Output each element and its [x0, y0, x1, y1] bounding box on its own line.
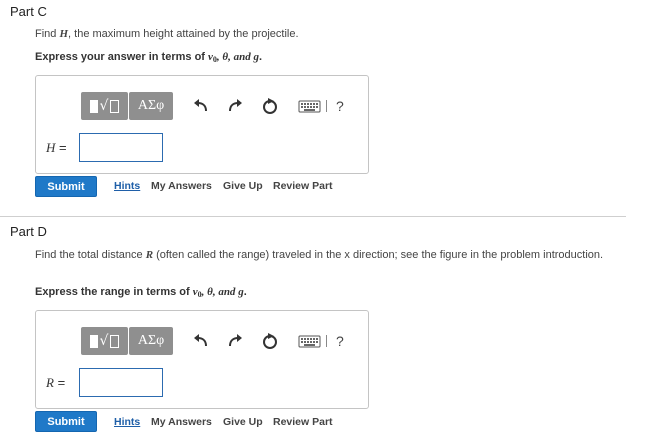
give-up-link[interactable]: Give Up [223, 180, 263, 192]
prompt-text: Find the total distance [35, 249, 146, 261]
square-icon [89, 99, 98, 113]
variable-name: R [46, 375, 54, 390]
part-c-title: Part C [10, 4, 47, 19]
prompt-text: Find [35, 28, 60, 40]
submit-button[interactable]: Submit [35, 176, 97, 197]
instruction-end: . [243, 286, 247, 298]
toolbar-divider [326, 100, 327, 112]
answer-variable-label: H = [46, 140, 67, 156]
instruction-end: . [258, 51, 263, 63]
submit-button[interactable]: Submit [35, 411, 97, 432]
instruction-v0: v0 [193, 286, 202, 299]
part-d-answer-box: √ ΑΣφ ? R = [35, 310, 369, 409]
undo-icon[interactable] [192, 96, 210, 116]
hints-link[interactable]: Hints [114, 416, 140, 428]
templates-button[interactable]: √ [81, 92, 128, 120]
templates-button[interactable]: √ [81, 327, 128, 355]
keyboard-icon[interactable] [298, 96, 322, 116]
undo-icon[interactable] [192, 331, 210, 351]
instruction-text: Express the range in terms of [35, 286, 193, 298]
redo-icon[interactable] [226, 331, 244, 351]
part-d-instruction: Express the range in terms of v0, θ, and… [35, 286, 247, 299]
help-button[interactable]: ? [336, 98, 344, 114]
instruction-theta: , θ, and [201, 286, 239, 298]
equals-sign: = [53, 375, 66, 390]
part-c-prompt: Find H, the maximum height attained by t… [35, 28, 620, 42]
prompt-variable: R [145, 249, 154, 261]
part-d-prompt: Find the total distance R (often called … [35, 249, 620, 263]
answer-variable-label: R = [46, 375, 65, 391]
keyboard-icon[interactable] [298, 331, 322, 351]
square-outline-icon [110, 334, 120, 348]
variable-name: H [46, 140, 56, 155]
reset-icon[interactable] [261, 331, 279, 351]
reset-icon[interactable] [261, 96, 279, 116]
radical-icon: √ [99, 98, 109, 114]
toolbar-divider [326, 335, 327, 347]
review-part-link[interactable]: Review Part [273, 180, 333, 192]
instruction-text: Express your answer in terms of [35, 51, 209, 63]
radical-icon: √ [99, 333, 109, 349]
square-outline-icon [110, 99, 120, 113]
hints-link[interactable]: Hints [114, 180, 140, 192]
part-d-title: Part D [10, 224, 47, 239]
review-part-link[interactable]: Review Part [273, 416, 333, 428]
my-answers-link[interactable]: My Answers [151, 416, 212, 428]
square-icon [89, 334, 98, 348]
part-c-answer-box: √ ΑΣφ ? H = [35, 75, 369, 174]
redo-icon[interactable] [226, 96, 244, 116]
my-answers-link[interactable]: My Answers [151, 180, 212, 192]
answer-input[interactable] [79, 133, 163, 162]
prompt-text-end: (often called the range) traveled in the… [153, 249, 604, 261]
instruction-v0: v0 [208, 51, 217, 64]
prompt-variable: H [59, 28, 69, 40]
greek-symbols-button[interactable]: ΑΣφ [129, 92, 173, 120]
part-c-instruction: Express your answer in terms of v0, θ, a… [35, 51, 262, 64]
give-up-link[interactable]: Give Up [223, 416, 263, 428]
help-button[interactable]: ? [336, 333, 344, 349]
answer-input[interactable] [79, 368, 163, 397]
instruction-theta: , θ, and [216, 51, 254, 63]
equals-sign: = [55, 140, 67, 155]
greek-symbols-button[interactable]: ΑΣφ [129, 327, 173, 355]
prompt-text-end: , the maximum height attained by the pro… [68, 28, 299, 40]
section-divider [0, 216, 626, 217]
